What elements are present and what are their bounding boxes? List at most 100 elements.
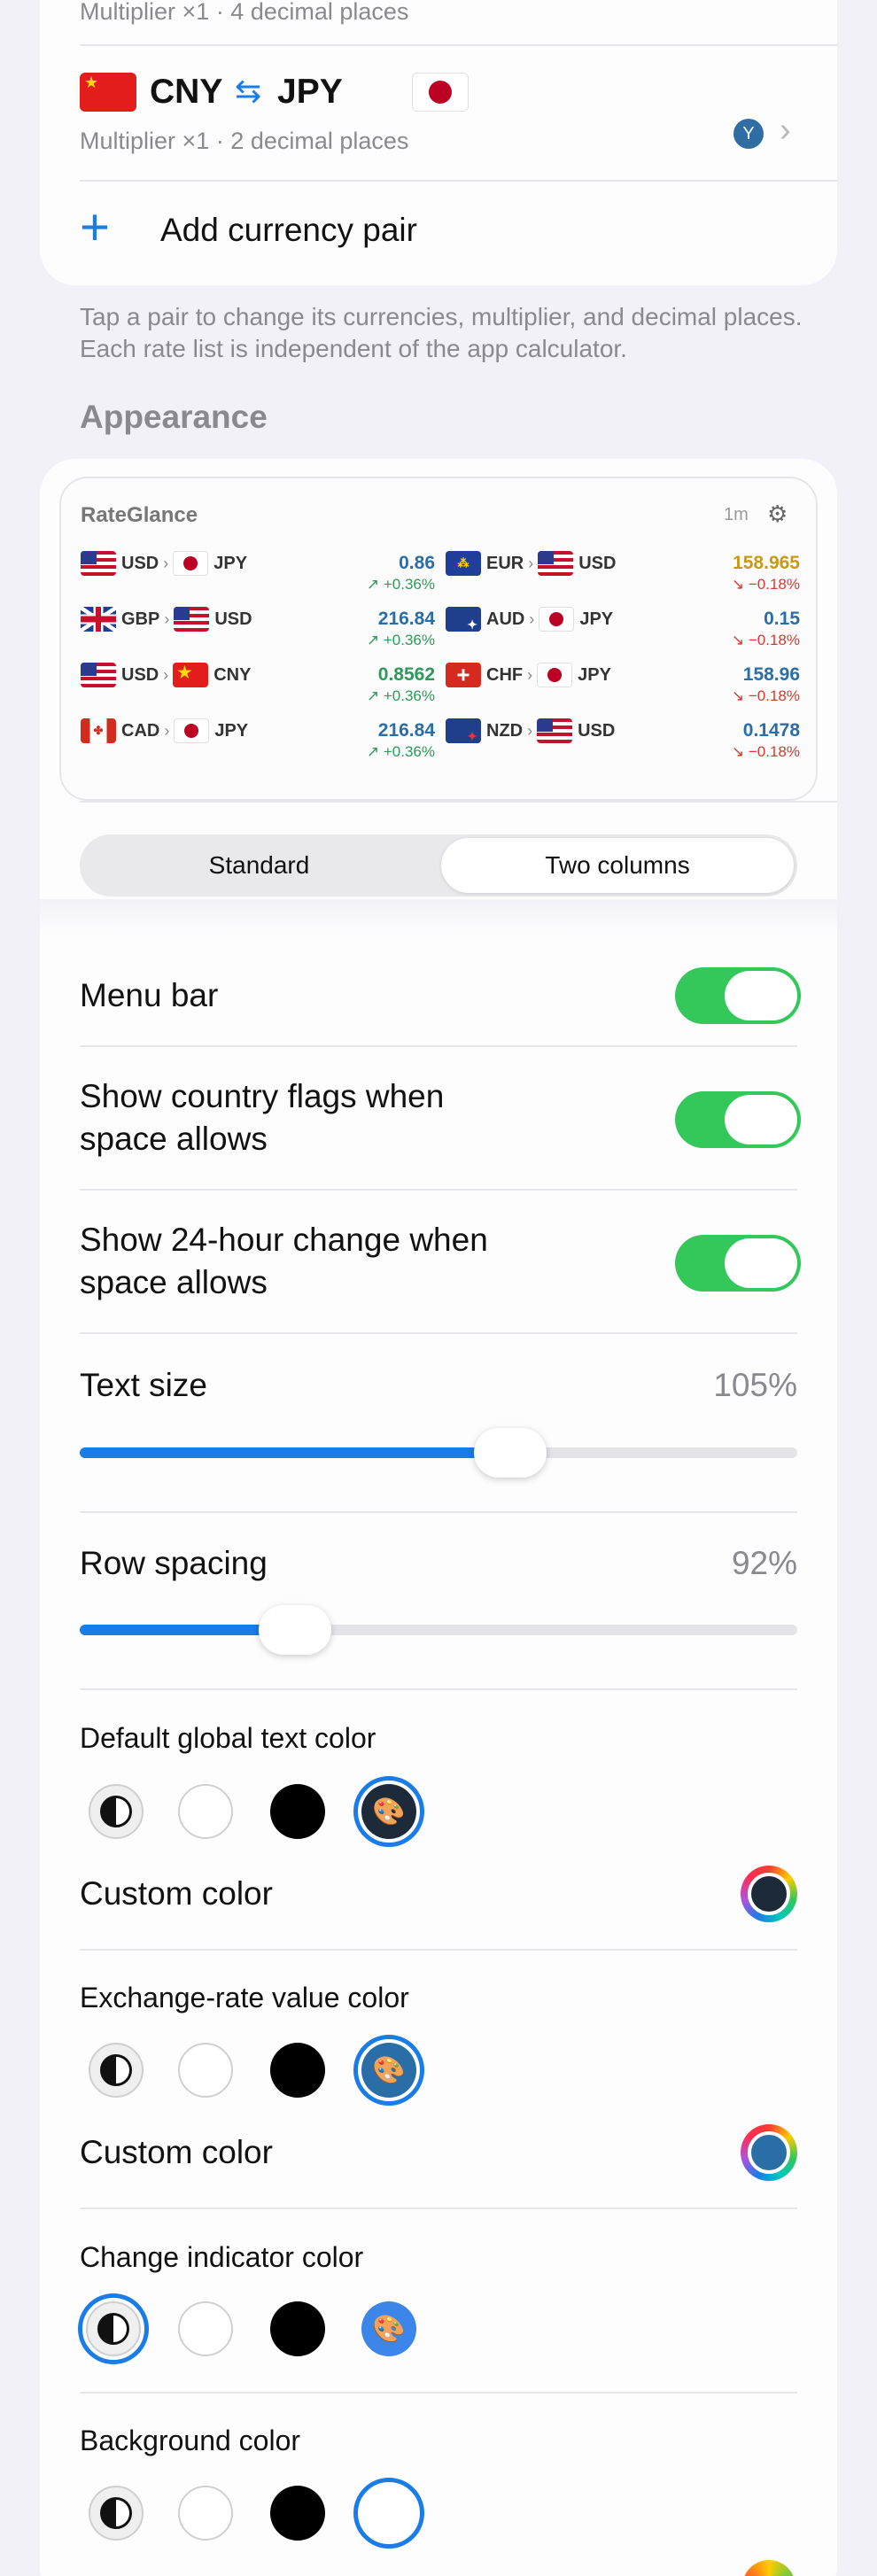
divider <box>80 1511 797 1513</box>
row-spacing-value: 92% <box>731 1545 797 1581</box>
currency-pairs-card: Multiplier ×1 · 4 decimal places CNY ⇆ J… <box>40 0 837 285</box>
widget-pair: CAD› JPY <box>81 718 248 743</box>
flag-cn-icon <box>80 73 136 112</box>
text-size-fill <box>80 1447 510 1458</box>
black-color-swatch[interactable] <box>270 2486 325 2541</box>
flag-us-icon <box>537 718 573 743</box>
chevron-right-icon: › <box>163 554 169 572</box>
chevron-right-icon: › <box>164 609 170 628</box>
flag-us-icon <box>538 551 574 576</box>
white-custom-swatch[interactable] <box>361 2486 416 2541</box>
gear-icon: ⚙ <box>767 500 788 527</box>
widget-pair: GBP › USD <box>81 607 252 632</box>
appearance-heading: Appearance <box>80 399 268 435</box>
background-color-label: Background color <box>80 2425 301 2456</box>
widget-to-code: JPY <box>214 720 249 741</box>
widget-rate-change: ↗ +0.36% <box>366 632 435 648</box>
show-flags-label: Show country flags when space allows <box>80 1078 445 1157</box>
pair-to-code: JPY <box>277 73 343 111</box>
widget-from-code: USD <box>121 664 159 685</box>
row-spacing-slider[interactable] <box>80 1605 797 1655</box>
widget-rate-row: NZD› USD 0.1478 ↘ −0.18% <box>446 718 800 760</box>
auto-color-swatch[interactable] <box>86 2301 141 2356</box>
swap-icon: ⇆ <box>235 73 262 109</box>
widget-rate-change: ↗ +0.36% <box>366 743 435 760</box>
pair-subtitle: Multiplier ×1 · 2 decimal places <box>80 128 409 154</box>
menu-bar-label: Menu bar <box>80 977 219 1013</box>
widget-from-code: AUD <box>486 609 525 629</box>
widget-rate-change: ↗ +0.36% <box>366 576 435 593</box>
widget-rate-change: ↘ −0.18% <box>731 743 800 760</box>
widget-pair: EUR› USD <box>446 551 616 576</box>
widget-rate-value: 0.15 <box>764 609 800 629</box>
flag-us-icon <box>81 551 116 576</box>
white-color-swatch[interactable] <box>178 2301 233 2356</box>
widget-rate-value: 0.8562 <box>377 664 435 685</box>
menu-bar-toggle[interactable] <box>675 967 801 1024</box>
flag-ch-icon <box>446 663 481 687</box>
widget-rate-row: EUR› USD 158.965 ↘ −0.18% <box>446 551 800 593</box>
widget-rate-row: GBP › USD 216.84 ↗ +0.36% <box>81 607 435 648</box>
color-wheel-icon[interactable] <box>741 2124 797 2181</box>
text-size-label: Text size <box>80 1367 207 1403</box>
widget-to-code: JPY <box>578 664 611 685</box>
segment-two-columns[interactable]: Two columns <box>441 838 794 893</box>
widget-rate-row: USD › JPY 0.86 ↗ +0.36% <box>81 551 435 593</box>
row-spacing-thumb[interactable] <box>259 1605 331 1655</box>
widget-rate-value: 158.96 <box>742 664 800 685</box>
widget-rate-change: ↘ −0.18% <box>731 632 800 648</box>
widget-pair: AUD› JPY <box>446 607 613 632</box>
palette-icon[interactable]: 🎨 <box>361 1784 416 1839</box>
flag-nz-icon <box>446 718 481 743</box>
widget-rate-value: 0.86 <box>399 553 435 573</box>
widget-to-code: USD <box>214 609 252 629</box>
chevron-right-icon: › <box>527 721 533 740</box>
divider <box>80 1949 797 1951</box>
add-currency-pair-button[interactable]: + Add currency pair <box>40 182 837 283</box>
flag-jp-icon <box>539 607 575 632</box>
widget-to-code: JPY <box>579 609 614 629</box>
widget-pair: CHF› JPY <box>446 663 611 687</box>
black-color-swatch[interactable] <box>270 2301 325 2356</box>
palette-icon[interactable]: 🎨 <box>361 2043 416 2098</box>
widget-rate-row: AUD› JPY 0.15 ↘ −0.18% <box>446 607 800 648</box>
black-color-swatch[interactable] <box>270 2043 325 2098</box>
widget-preview: RateGlance 1m ⚙ USD › JPY 0.86 ↗ +0.36% GBP › U… <box>59 477 818 801</box>
widget-rate-change: ↗ +0.36% <box>366 687 435 704</box>
color-wheel-icon[interactable] <box>741 1866 797 1922</box>
chevron-right-icon: › <box>164 721 170 740</box>
white-color-swatch[interactable] <box>178 2486 233 2541</box>
show-change-toggle[interactable] <box>675 1235 801 1292</box>
widget-to-code: USD <box>578 720 616 741</box>
divider <box>80 1332 797 1334</box>
show-flags-toggle[interactable] <box>675 1091 801 1148</box>
chevron-right-icon: › <box>529 609 535 628</box>
auto-color-swatch[interactable] <box>89 2486 144 2541</box>
flag-jp-icon <box>174 718 210 743</box>
flag-jp-icon <box>412 73 470 112</box>
widget-rate-value: 216.84 <box>377 720 435 741</box>
text-size-slider[interactable] <box>80 1428 797 1478</box>
currency-pair-row[interactable]: CNY ⇆ JPY Multiplier ×1 · 2 decimal plac… <box>40 46 837 154</box>
segment-standard[interactable]: Standard <box>80 834 438 896</box>
flag-jp-icon <box>537 663 573 687</box>
white-color-swatch[interactable] <box>178 2043 233 2098</box>
widget-rate-value: 216.84 <box>377 609 435 629</box>
flag-cn-icon <box>173 663 209 687</box>
flag-us-icon <box>174 607 210 632</box>
widget-to-code: JPY <box>213 553 248 573</box>
black-color-swatch[interactable] <box>270 1784 325 1839</box>
divider <box>80 1688 797 1690</box>
widget-title: RateGlance <box>81 503 198 527</box>
widget-pair: USD › JPY <box>81 551 247 576</box>
widget-rate-change: ↘ −0.18% <box>731 687 800 704</box>
white-color-swatch[interactable] <box>178 1784 233 1839</box>
add-pair-label: Add currency pair <box>160 212 417 248</box>
auto-color-swatch[interactable] <box>89 2043 144 2098</box>
widget-from-code: EUR <box>486 553 524 573</box>
widget-age: 1m <box>724 505 749 524</box>
text-size-thumb[interactable] <box>474 1428 547 1478</box>
chevron-right-icon: › <box>163 665 169 684</box>
auto-color-swatch[interactable] <box>89 1784 144 1839</box>
palette-icon[interactable]: 🎨 <box>361 2301 416 2356</box>
